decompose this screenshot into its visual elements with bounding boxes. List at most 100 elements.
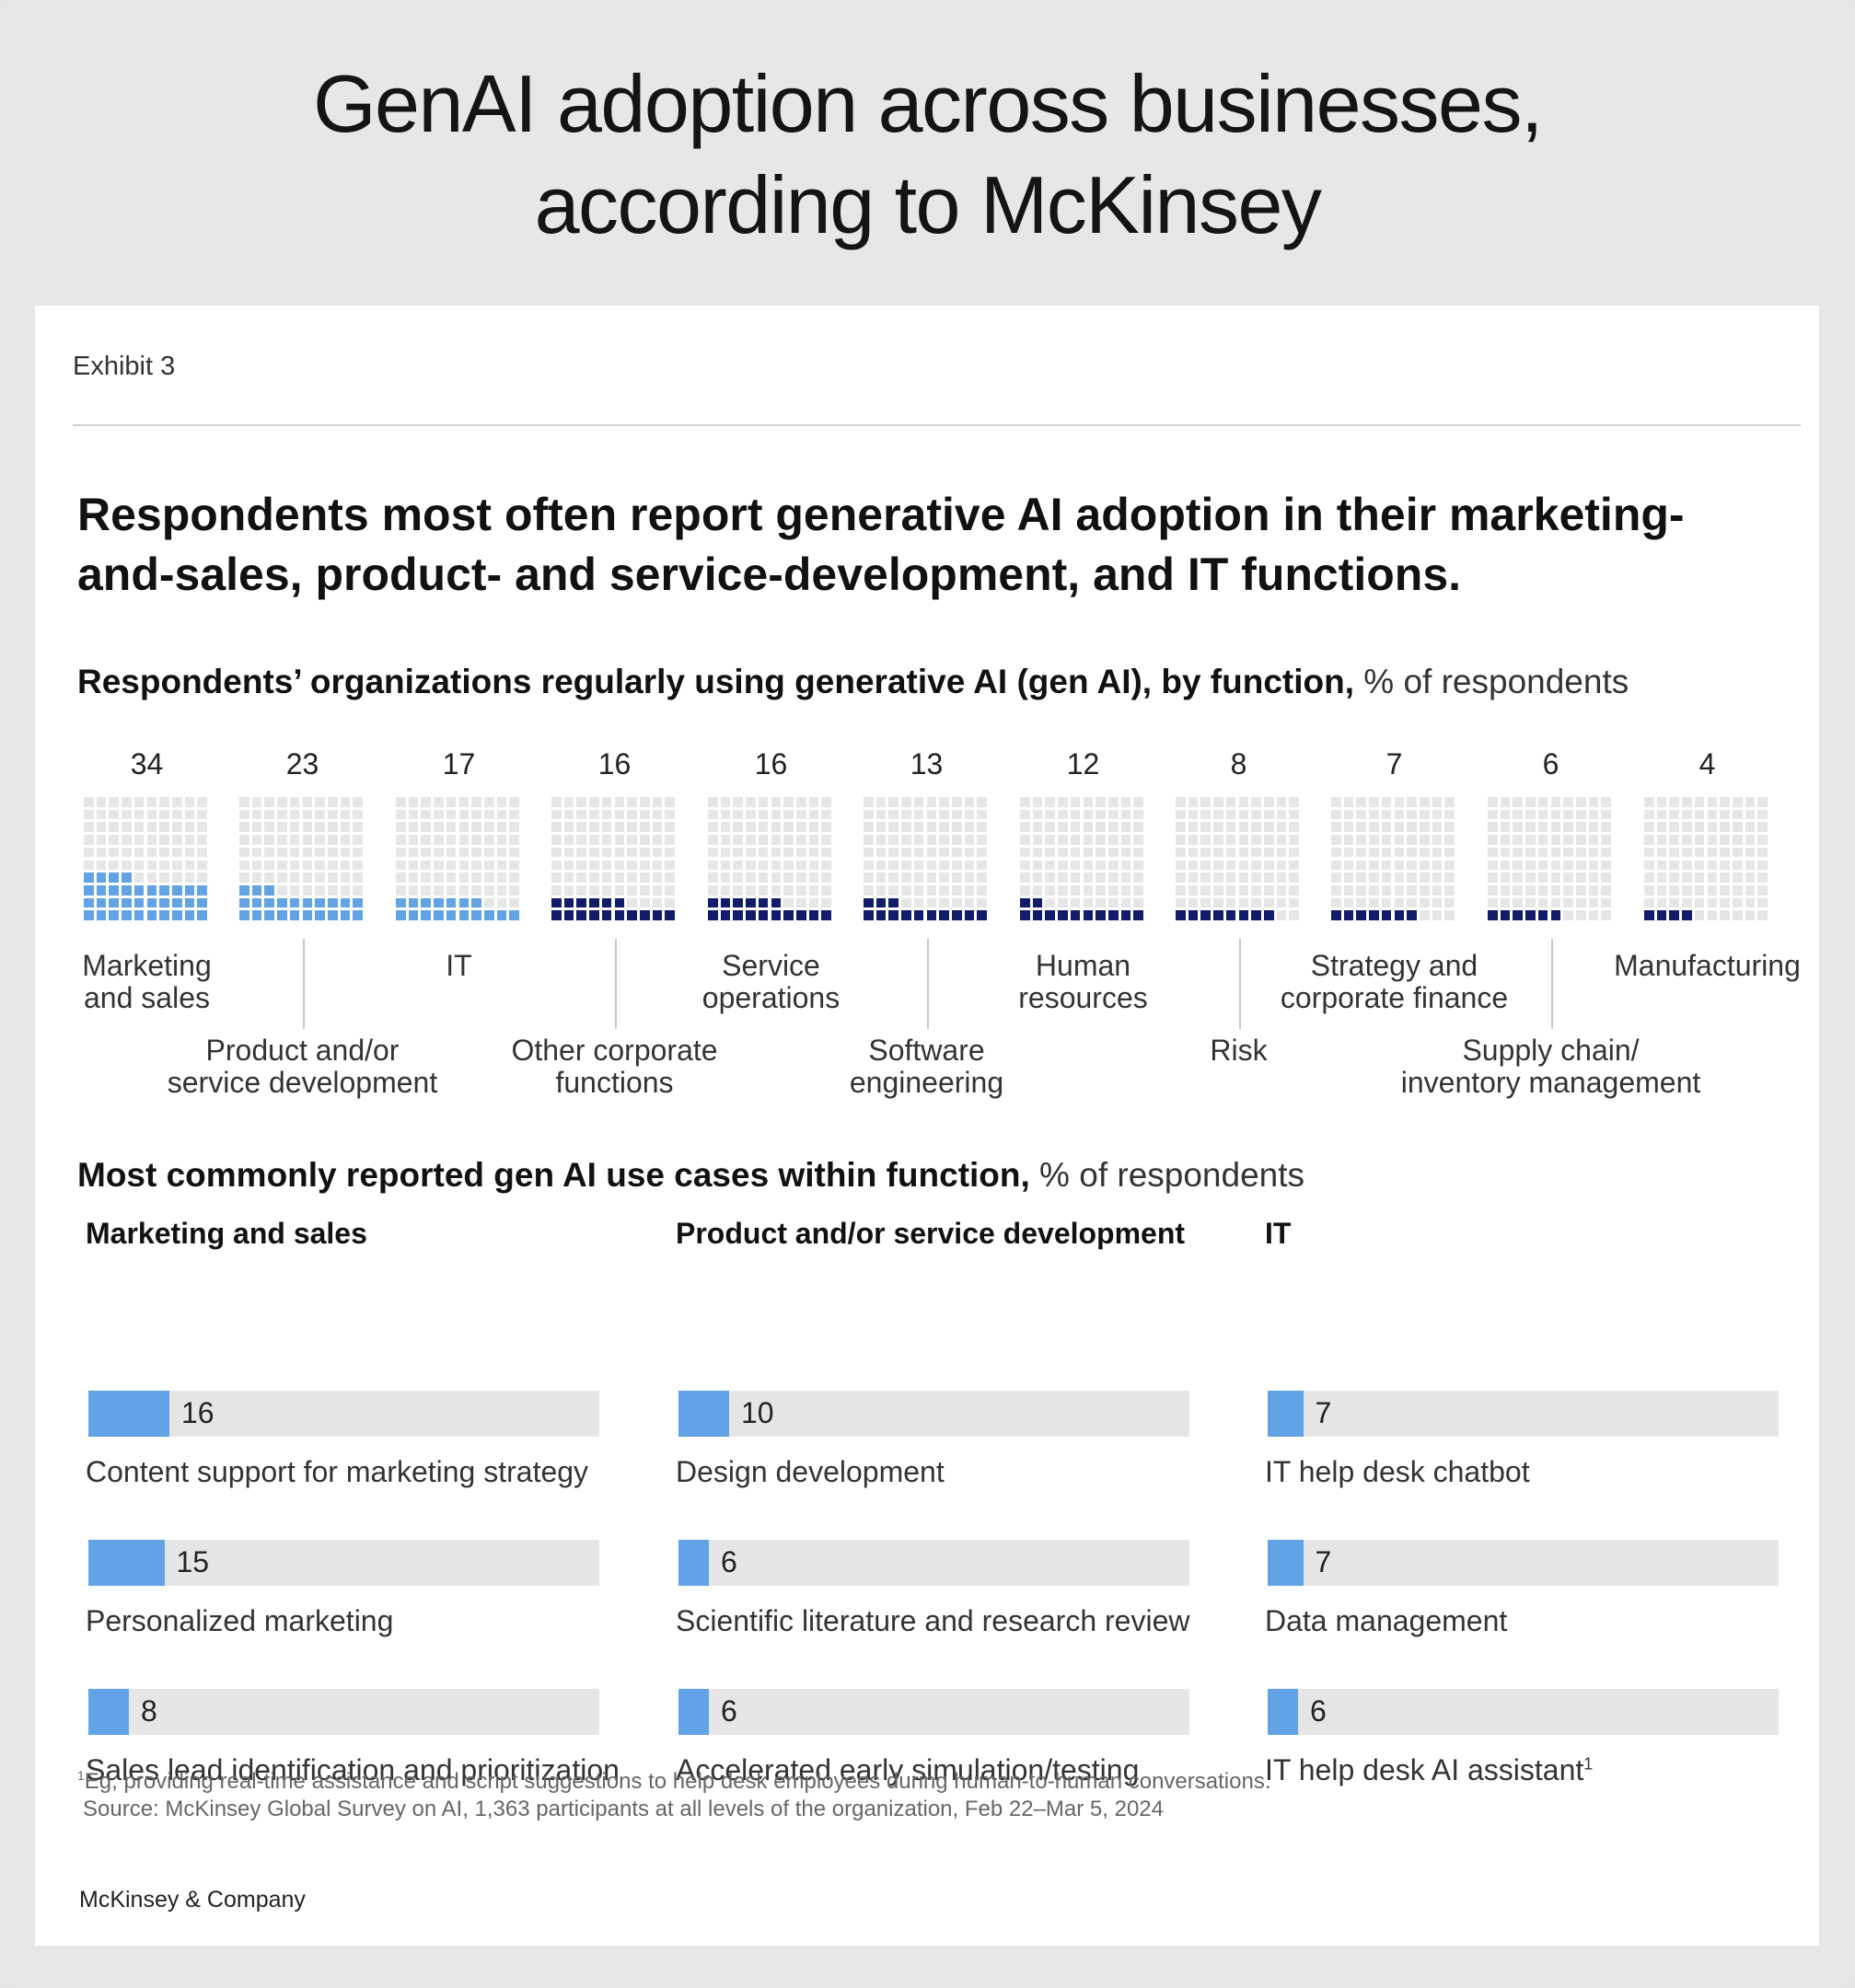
waffle-cell-empty <box>614 860 625 871</box>
waffle-cell-filled <box>1058 910 1068 920</box>
waffle-cell-empty <box>1276 884 1287 896</box>
waffle-cell-empty <box>746 860 756 871</box>
waffle-cell-filled <box>808 910 819 920</box>
waffle-cell-empty <box>1369 897 1379 908</box>
waffle-cell-empty <box>639 897 650 908</box>
bar-category-label: Data management <box>1265 1604 1508 1637</box>
waffle-cell-empty <box>977 847 987 858</box>
waffle-cell-empty <box>576 860 587 871</box>
waffle-cell-empty <box>1694 809 1705 820</box>
waffle-cell-empty <box>1133 847 1143 858</box>
waffle-cell-empty <box>1550 835 1561 845</box>
bar-fill <box>88 1540 165 1586</box>
waffle-cell-empty <box>1394 884 1405 896</box>
waffle-cell-empty <box>808 809 819 820</box>
waffle-cell-empty <box>1656 897 1667 908</box>
waffle-cell-empty <box>109 860 120 871</box>
waffle-cell-empty <box>133 822 145 833</box>
waffle-cell-empty <box>1550 809 1561 820</box>
waffle-cell-empty <box>1120 809 1131 820</box>
waffle-cell-empty <box>239 797 249 807</box>
waffle-cell-empty <box>758 847 769 858</box>
waffle-cell-filled <box>408 897 419 908</box>
waffle-cell-empty <box>1020 847 1030 858</box>
waffle-cell-empty <box>1331 797 1341 807</box>
waffle-cell-empty <box>1045 860 1056 871</box>
waffle-cell-empty <box>1432 897 1443 908</box>
waffle-cell-empty <box>1225 847 1236 858</box>
waffle-cell-filled <box>601 910 612 920</box>
waffle-cell-empty <box>1656 847 1667 858</box>
waffle-cell-filled <box>720 897 731 908</box>
waffle-cell-empty <box>1432 822 1443 833</box>
waffle-cell-empty <box>1083 860 1094 871</box>
waffle-cell-empty <box>783 847 794 858</box>
waffle-cell-empty <box>277 835 287 845</box>
waffle-cell-filled <box>576 897 587 908</box>
waffle-cell-empty <box>84 809 94 820</box>
waffle-cell-empty <box>964 873 975 883</box>
waffle-cell-empty <box>1263 884 1274 896</box>
waffle-cell-empty <box>1032 847 1043 858</box>
waffle-cell-empty <box>315 809 325 820</box>
waffle-cell-empty <box>421 860 432 871</box>
waffle-cell-empty <box>783 884 794 896</box>
waffle-cell-empty <box>1263 847 1274 858</box>
waffle-cell-empty <box>1225 835 1236 845</box>
waffle-cell-empty <box>1289 809 1299 820</box>
waffle-cell-empty <box>639 797 650 807</box>
waffle-cell-empty <box>1575 884 1586 896</box>
waffle-cell-empty <box>1513 835 1524 845</box>
use-case-group-title: IT <box>1265 1217 1292 1250</box>
waffle-cell-empty <box>1669 860 1680 871</box>
waffle-cell-empty <box>1276 873 1287 883</box>
waffle-cell-empty <box>1058 884 1068 896</box>
bar-value-label: 10 <box>741 1396 774 1429</box>
waffle-cell-empty <box>1096 797 1106 807</box>
waffle-cell-empty <box>1707 873 1718 883</box>
waffle-cell-empty <box>1575 910 1586 920</box>
waffle-cell-filled <box>109 897 120 908</box>
waffle-cell-filled <box>84 897 94 908</box>
waffle-cell-filled <box>159 910 169 920</box>
waffle-cell-empty <box>821 822 831 833</box>
waffle-cell-empty <box>289 835 300 845</box>
waffle-cell-empty <box>408 822 419 833</box>
waffle-cell-empty <box>652 897 663 908</box>
waffle-cell-empty <box>951 822 962 833</box>
waffle-cell-filled <box>1045 910 1056 920</box>
waffle-cell-empty <box>1394 860 1405 871</box>
use-case-chart-title: Most commonly reported gen AI use cases … <box>77 1156 1304 1195</box>
waffle-cell-empty <box>122 822 132 833</box>
waffle-cell-empty <box>1343 860 1354 871</box>
waffle-cell-empty <box>471 847 481 858</box>
waffle-cell-empty <box>964 822 975 833</box>
waffle-cell-empty <box>146 822 157 833</box>
waffle-cell-empty <box>1356 897 1367 908</box>
waffle-cell-empty <box>1331 809 1341 820</box>
waffle-cell-empty <box>665 797 675 807</box>
waffle-cell-filled <box>197 884 207 896</box>
waffle-cell-empty <box>84 847 94 858</box>
waffle-cell-empty <box>926 897 937 908</box>
waffle-cell-empty <box>1188 809 1199 820</box>
waffle-cell-empty <box>964 847 975 858</box>
waffle-cell-empty <box>1432 873 1443 883</box>
waffle-cell-empty <box>1083 835 1094 845</box>
waffle-cell-empty <box>109 847 120 858</box>
waffle-cell-empty <box>939 897 949 908</box>
waffle-cell-empty <box>1513 884 1524 896</box>
waffle-cell-empty <box>408 873 419 883</box>
waffle-cell-empty <box>1525 822 1536 833</box>
bar-value-label: 6 <box>1310 1694 1327 1728</box>
waffle-cell-empty <box>639 873 650 883</box>
waffle-cell-empty <box>1331 873 1341 883</box>
waffle-cell-filled <box>96 884 107 896</box>
waffle-cell-empty <box>951 797 962 807</box>
waffle-cell-empty <box>1720 860 1730 871</box>
waffle-cell-empty <box>1488 809 1498 820</box>
waffle-cell-empty <box>808 847 819 858</box>
waffle-cell-empty <box>783 873 794 883</box>
waffle-category-label-line: engineering <box>849 1066 1004 1099</box>
waffle-cell-empty <box>1588 873 1599 883</box>
